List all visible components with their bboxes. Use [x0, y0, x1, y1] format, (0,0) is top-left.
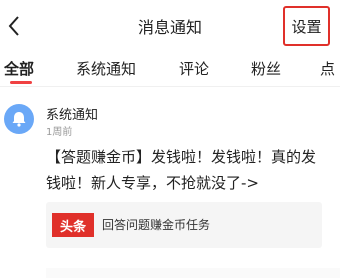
active-tab-indicator — [10, 81, 32, 84]
toutiao-logo: 头条 — [52, 213, 94, 237]
avatar[interactable] — [4, 104, 34, 134]
tab-system-notifications[interactable]: 系统通知 — [76, 58, 136, 79]
card-title: 回答问题赚金币任务 — [102, 218, 211, 232]
bell-icon — [12, 112, 26, 127]
settings-button[interactable]: 设置 — [283, 6, 330, 46]
message-text[interactable]: 【答题赚金币】发钱啦！发钱啦！真的发钱啦！新人专享，不抢就没了-> — [46, 144, 326, 196]
divider — [0, 86, 340, 87]
timestamp: 1周前 — [46, 127, 73, 138]
tab-likes[interactable]: 点 — [320, 58, 335, 79]
sender-name[interactable]: 系统通知 — [46, 104, 98, 123]
tab-bar: 全部 系统通知 评论 粉丝 点 — [0, 52, 340, 86]
tab-comments[interactable]: 评论 — [179, 58, 209, 79]
task-link-card[interactable]: 头条 回答问题赚金币任务 — [46, 202, 322, 248]
header-bar: 消息通知 设置 — [0, 0, 340, 52]
tab-fans[interactable]: 粉丝 — [251, 58, 281, 79]
tab-all[interactable]: 全部 — [4, 58, 34, 79]
